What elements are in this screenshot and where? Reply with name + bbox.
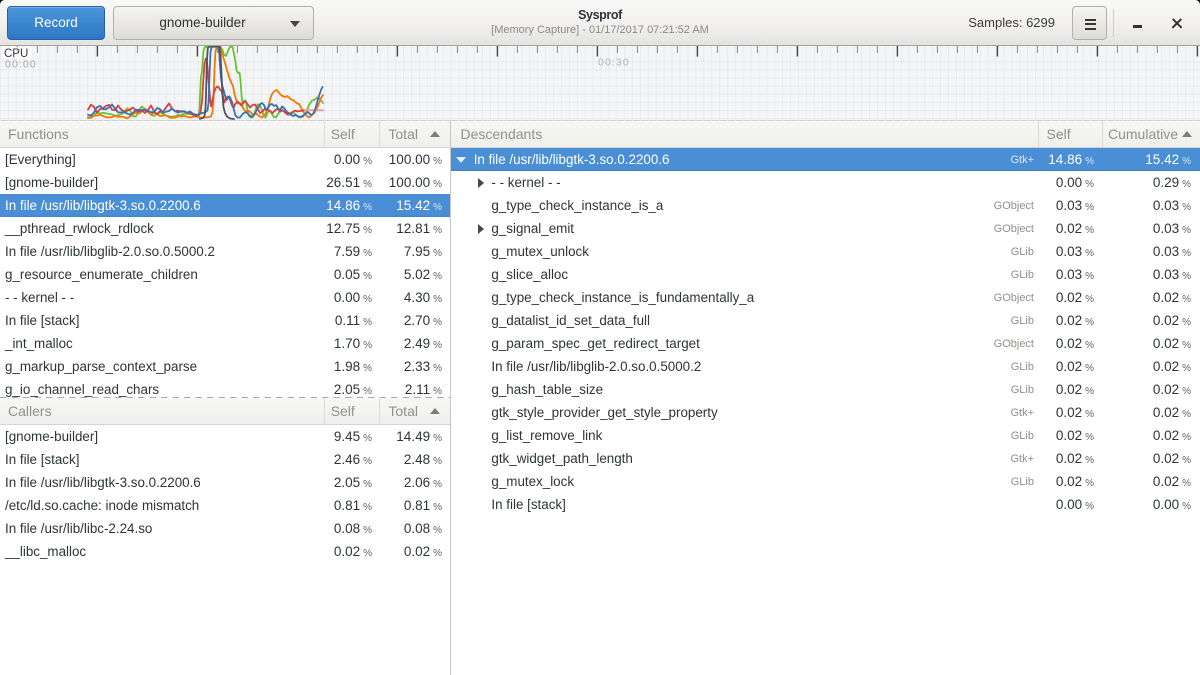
svg-text:00:30: 00:30 [598,57,630,69]
svg-text:00:00: 00:00 [5,59,37,71]
